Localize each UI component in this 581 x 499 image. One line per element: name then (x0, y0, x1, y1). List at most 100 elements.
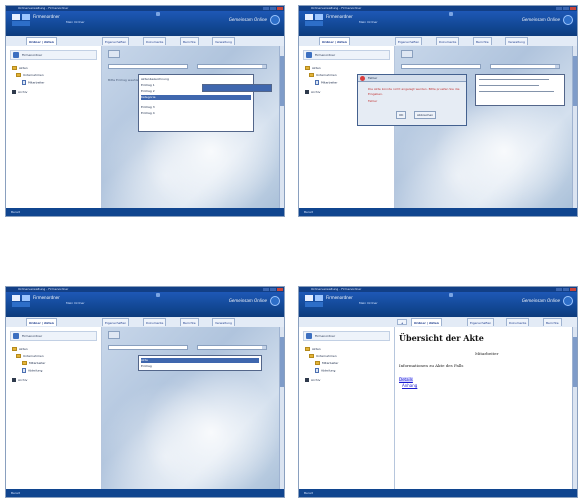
tab-dokumente[interactable]: Dokumente (143, 37, 167, 45)
minimize-button[interactable] (556, 7, 562, 10)
vertical-scrollbar[interactable] (279, 327, 284, 489)
tab-dokumente[interactable]: Dokumente (143, 318, 167, 326)
tree-item-unternehmen[interactable]: Unternehmen (16, 73, 44, 78)
close-button[interactable] (277, 288, 283, 291)
filter-field[interactable] (108, 345, 188, 350)
list-item[interactable]: Aktenbezeichnung (141, 77, 251, 82)
tree-item-mitarbeiter[interactable]: Mitarbeiter (315, 80, 338, 86)
tree-item-akten[interactable]: Akten (12, 66, 28, 71)
header-nav-link[interactable]: Mein Ordner (359, 301, 378, 305)
tab-berichte[interactable]: Berichte (180, 318, 199, 326)
tab-dokumente[interactable]: Dokumente (506, 318, 530, 326)
tree-item-archiv[interactable]: Archiv (12, 378, 27, 383)
list-item-selected[interactable]: Kategorie (141, 95, 251, 100)
tab-eigenschaften[interactable]: Eigenschaften (102, 37, 130, 45)
pane-header-label: Firmenordner (315, 334, 336, 338)
scrollbar-thumb[interactable] (280, 56, 284, 106)
filter-field[interactable] (108, 64, 188, 69)
brand-text: Gemeinsam Online (521, 17, 560, 22)
scrollbar-thumb[interactable] (280, 337, 284, 387)
scrollbar-thumb[interactable] (573, 337, 577, 387)
brand-logo-icon (270, 15, 280, 25)
app-header: Firmenordner Mein Ordner Gemeinsam Onlin… (6, 292, 284, 317)
document-details-link[interactable]: Details (399, 377, 413, 382)
filter-field[interactable] (401, 64, 481, 69)
tree-item-archiv[interactable]: Archiv (12, 90, 27, 95)
tab-ordner-akten[interactable]: Ordner | Akten (319, 37, 350, 45)
left-pane: Firmenordner Akten Unternehmen Mitarbeit… (6, 327, 102, 489)
tab-eigenschaften[interactable]: Eigenschaften (102, 318, 130, 326)
maximize-button[interactable] (563, 288, 569, 291)
dialog-message: Die Akte konnte nicht angelegt werden. B… (368, 87, 460, 96)
dialog-title: Fehler (358, 75, 466, 82)
tree-item-mitarbeiter[interactable]: Mitarbeiter (315, 361, 339, 366)
tree-item-abteilung[interactable]: Abteilung (315, 368, 335, 374)
tree-item-akten[interactable]: Akten (305, 66, 321, 71)
header-nav-link[interactable]: Mein Ordner (66, 301, 85, 305)
tab-back[interactable]: ◂ (397, 319, 407, 325)
minimize-button[interactable] (263, 288, 269, 291)
list-item[interactable]: Eintrag 4 (141, 111, 251, 116)
screenshot-3: Ordnerverwaltung - Firmenordner Firmenor… (5, 286, 285, 498)
tree-item-akten[interactable]: Akten (12, 347, 28, 352)
ok-button[interactable]: OK (396, 111, 407, 119)
minimize-button[interactable] (263, 7, 269, 10)
tree-item-archiv[interactable]: Archiv (305, 90, 320, 95)
tab-berichte[interactable]: Berichte (543, 318, 562, 326)
tree-item-mitarbeiter[interactable]: Mitarbeiter (22, 80, 45, 86)
close-button[interactable] (277, 7, 283, 10)
header-nav-link[interactable]: Mein Ordner (359, 20, 378, 24)
tab-eigenschaften[interactable]: Eigenschaften (395, 37, 423, 45)
pane-header-label: Firmenordner (22, 53, 43, 57)
status-bar: Bereit (299, 489, 577, 497)
tab-berichte[interactable]: Berichte (180, 37, 199, 45)
tree-item-mitarbeiter[interactable]: Mitarbeiter (22, 361, 46, 366)
tab-eigenschaften[interactable]: Eigenschaften (467, 318, 495, 326)
maximize-button[interactable] (270, 7, 276, 10)
header-dot-icon (449, 12, 453, 16)
tab-dokumente[interactable]: Dokumente (436, 37, 460, 45)
tab-berichte[interactable]: Berichte (473, 37, 492, 45)
left-pane: Firmenordner Akten Unternehmen Mitarbeit… (299, 327, 395, 489)
pane-header: Firmenordner (303, 331, 390, 341)
tab-verwaltung[interactable]: Verwaltung (212, 318, 235, 326)
content-header-icon (108, 331, 120, 339)
tree-item-unternehmen[interactable]: Unternehmen (16, 354, 44, 359)
cancel-button[interactable]: Abbrechen (414, 111, 437, 119)
filter-dropdown[interactable] (490, 64, 560, 69)
maximize-button[interactable] (270, 288, 276, 291)
vertical-scrollbar[interactable] (279, 46, 284, 208)
filter-dropdown[interactable] (197, 345, 267, 350)
vertical-scrollbar[interactable] (572, 46, 577, 208)
minimize-button[interactable] (556, 288, 562, 291)
tab-ordner-akten[interactable]: Ordner | Akten (411, 318, 442, 326)
tab-ordner-akten[interactable]: Ordner | Akten (26, 37, 57, 45)
close-button[interactable] (570, 7, 576, 10)
filter-dropdown[interactable] (197, 64, 267, 69)
archive-icon (305, 378, 309, 382)
list-item-selected[interactable]: Akte (141, 358, 259, 363)
tree-item-unternehmen[interactable]: Unternehmen (309, 73, 337, 78)
header-nav-link[interactable]: Mein Ordner (66, 20, 85, 24)
tree-item-akten[interactable]: Akten (305, 347, 321, 352)
tree-item-unternehmen[interactable]: Unternehmen (309, 354, 337, 359)
maximize-button[interactable] (563, 7, 569, 10)
app-header: Firmenordner Mein Ordner Gemeinsam Onlin… (299, 292, 577, 317)
list-item[interactable]: Eintrag (141, 364, 259, 369)
close-button[interactable] (570, 288, 576, 291)
tab-ordner-akten[interactable]: Ordner | Akten (26, 318, 57, 326)
brand-text: Gemeinsam Online (228, 298, 267, 303)
status-text: Bereit (11, 491, 20, 495)
app-header: Firmenordner Mein Ordner Gemeinsam Onlin… (6, 11, 284, 36)
document-attachment-link[interactable]: Anhang (402, 383, 417, 388)
header-dot-icon (156, 293, 160, 297)
folder-root-icon (13, 52, 19, 58)
list-item[interactable]: Eintrag 3 (141, 105, 251, 110)
scrollbar-thumb[interactable] (573, 56, 577, 106)
tab-verwaltung[interactable]: Verwaltung (505, 37, 528, 45)
popup-highlight[interactable] (202, 84, 272, 92)
tab-verwaltung[interactable]: Verwaltung (212, 37, 235, 45)
tree-item-archiv[interactable]: Archiv (305, 378, 320, 383)
vertical-scrollbar[interactable] (572, 327, 577, 489)
tree-item-abteilung[interactable]: Abteilung (22, 368, 42, 374)
